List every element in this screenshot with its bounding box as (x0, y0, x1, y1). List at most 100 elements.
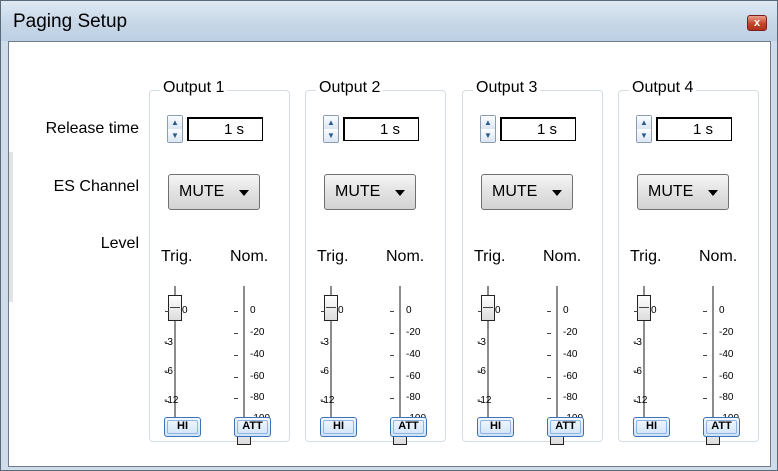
nom-label: Nom. (699, 248, 738, 265)
output-2-group: Output 2▲▼1 sMUTETrig.Nom.0-3-6-12-24-48… (305, 79, 446, 445)
spin-up-icon[interactable]: ▲ (168, 116, 182, 130)
nom-label: Nom. (230, 248, 269, 265)
es-channel-dropdown[interactable]: MUTE (168, 174, 260, 210)
scale-dash (634, 401, 638, 402)
hi-button[interactable]: HI (477, 417, 514, 437)
es-channel-dropdown[interactable]: MUTE (481, 174, 573, 210)
nom-label: Nom. (386, 248, 425, 265)
release-time-field[interactable]: 1 s (500, 117, 576, 141)
release-time-field[interactable]: 1 s (343, 117, 419, 141)
nom-tick-label: 0 (563, 305, 569, 316)
es-channel-dropdown[interactable]: MUTE (637, 174, 729, 210)
es-channel-dropdown[interactable]: MUTE (324, 174, 416, 210)
att-button[interactable]: ATT (234, 417, 271, 437)
scale-dash (547, 398, 551, 399)
nom-fader-track[interactable] (556, 286, 558, 432)
title-bar[interactable]: Paging Setup x (1, 1, 777, 41)
hi-button-label: HI (177, 420, 188, 432)
spin-down-icon[interactable]: ▼ (481, 129, 495, 142)
trig-fader-thumb[interactable] (168, 295, 182, 321)
scale-dash (390, 333, 394, 334)
close-button[interactable]: x (747, 15, 767, 31)
scale-dash (165, 311, 169, 312)
hi-button-label: HI (490, 420, 501, 432)
scale-dash (321, 372, 325, 373)
nom-tick-label: -20 (406, 327, 421, 338)
att-button-label: ATT (555, 420, 576, 432)
nom-tick-label: -80 (719, 392, 734, 403)
release-time-spinner[interactable]: ▲ ▼ (167, 115, 183, 143)
scale-dash (703, 377, 707, 378)
nom-label: Nom. (543, 248, 582, 265)
hi-button[interactable]: HI (633, 417, 670, 437)
scale-dash (390, 398, 394, 399)
spin-up-icon[interactable]: ▲ (481, 116, 495, 130)
att-button[interactable]: ATT (547, 417, 584, 437)
scale-dash (478, 401, 482, 402)
scale-dash (234, 377, 238, 378)
release-time-spinner[interactable]: ▲ ▼ (480, 115, 496, 143)
scale-dash (390, 311, 394, 312)
nom-fader-track[interactable] (243, 286, 245, 432)
trig-fader-thumb[interactable] (324, 295, 338, 321)
nom-tick-label: -60 (406, 371, 421, 382)
scale-dash (165, 343, 169, 344)
nom-fader-track[interactable] (399, 286, 401, 432)
scale-dash (390, 355, 394, 356)
release-time-field[interactable]: 1 s (656, 117, 732, 141)
es-channel-value: MUTE (335, 183, 381, 200)
scale-dash (547, 333, 551, 334)
nom-tick-label: -20 (719, 327, 734, 338)
paging-setup-window: Paging Setup x Release time ES Channel L… (0, 0, 778, 471)
left-edge-grip (9, 152, 13, 302)
scale-dash (234, 398, 238, 399)
nom-tick-label: -40 (563, 349, 578, 360)
release-time-spinner[interactable]: ▲ ▼ (636, 115, 652, 143)
spin-up-icon[interactable]: ▲ (324, 116, 338, 130)
chevron-down-icon (552, 190, 562, 196)
spin-down-icon[interactable]: ▼ (324, 129, 338, 142)
scale-dash (165, 372, 169, 373)
release-time-spinner[interactable]: ▲ ▼ (323, 115, 339, 143)
scale-dash (321, 401, 325, 402)
hi-button[interactable]: HI (164, 417, 201, 437)
output-title: Output 1 (160, 79, 228, 97)
trig-label: Trig. (630, 248, 662, 265)
nom-fader-track[interactable] (712, 286, 714, 432)
nom-tick-label: -40 (250, 349, 265, 360)
att-button[interactable]: ATT (390, 417, 427, 437)
spin-up-icon[interactable]: ▲ (637, 116, 651, 130)
close-icon: x (753, 17, 761, 29)
scale-dash (234, 355, 238, 356)
spin-down-icon[interactable]: ▼ (637, 129, 651, 142)
trig-tick-label: 0 (495, 305, 501, 316)
spin-down-icon[interactable]: ▼ (168, 129, 182, 142)
chevron-down-icon (239, 190, 249, 196)
release-time-field[interactable]: 1 s (187, 117, 263, 141)
scale-dash (703, 311, 707, 312)
trig-label: Trig. (474, 248, 506, 265)
trig-fader-thumb[interactable] (637, 295, 651, 321)
level-label: Level (100, 235, 139, 252)
nom-tick-label: 0 (406, 305, 412, 316)
scale-dash (547, 311, 551, 312)
trig-fader-thumb[interactable] (481, 295, 495, 321)
scale-dash (634, 372, 638, 373)
nom-tick-label: -60 (719, 371, 734, 382)
trig-label: Trig. (317, 248, 349, 265)
scale-dash (478, 343, 482, 344)
scale-dash (478, 372, 482, 373)
scale-dash (634, 343, 638, 344)
release-time-label: Release time (45, 120, 139, 137)
scale-dash (547, 377, 551, 378)
hi-button[interactable]: HI (320, 417, 357, 437)
scale-dash (703, 398, 707, 399)
scale-dash (547, 355, 551, 356)
nom-tick-label: -40 (719, 349, 734, 360)
es-channel-value: MUTE (648, 183, 694, 200)
att-button[interactable]: ATT (703, 417, 740, 437)
scale-dash (321, 343, 325, 344)
scale-dash (321, 311, 325, 312)
trig-tick-label: 0 (338, 305, 344, 316)
att-button-label: ATT (711, 420, 732, 432)
